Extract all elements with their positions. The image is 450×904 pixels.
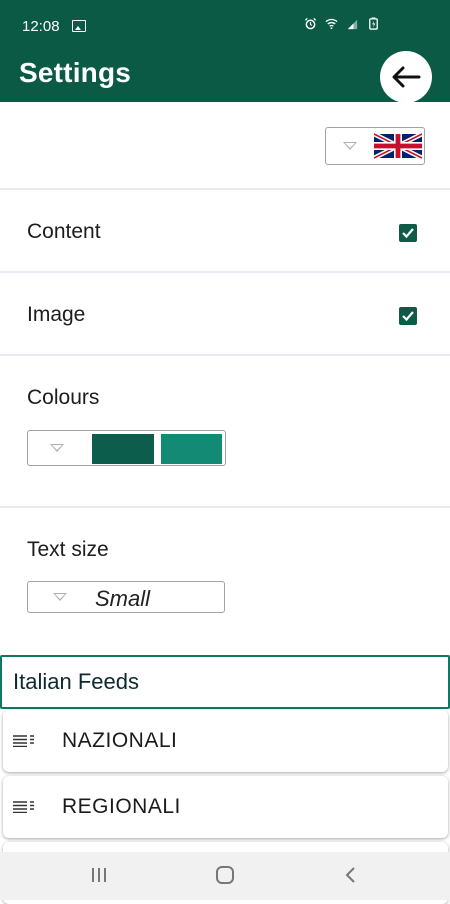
page-title: Settings — [19, 57, 132, 88]
language-section — [0, 102, 450, 190]
uk-flag-icon — [374, 133, 422, 159]
status-bar: 12:08 — [0, 0, 450, 52]
battery-icon — [369, 17, 378, 30]
wifi-icon — [325, 18, 338, 30]
system-nav-bar — [0, 852, 450, 900]
signal-icon — [347, 19, 358, 30]
status-time: 12:08 — [22, 18, 60, 35]
image-row: Image — [0, 273, 450, 356]
back-nav-icon[interactable] — [343, 866, 357, 884]
text-size-dropdown[interactable]: Small — [27, 581, 225, 613]
image-label: Image — [27, 303, 86, 326]
chevron-down-icon — [50, 444, 64, 452]
app-bar: Settings — [0, 51, 450, 103]
colours-dropdown[interactable] — [27, 430, 226, 466]
chevron-down-icon — [343, 142, 357, 150]
recents-icon[interactable] — [90, 866, 108, 884]
status-icons — [304, 17, 380, 30]
feed-item-regionali[interactable]: REGIONALI — [3, 776, 448, 838]
content-checkbox[interactable] — [399, 224, 417, 242]
check-icon — [402, 228, 414, 239]
text-size-value: Small — [95, 586, 151, 611]
chevron-down-icon — [53, 593, 67, 601]
arrow-left-icon — [392, 66, 421, 88]
content-label: Content — [27, 220, 101, 243]
colours-section: Colours — [0, 356, 450, 508]
list-icon — [13, 735, 34, 747]
alarm-icon — [304, 17, 317, 30]
feed-label: REGIONALI — [62, 795, 181, 818]
colour-swatch-accent — [161, 434, 222, 464]
text-size-section: Text size Small — [0, 508, 450, 653]
feed-label: NAZIONALI — [62, 729, 178, 752]
image-icon — [72, 20, 86, 32]
check-icon — [402, 311, 414, 322]
feed-item-nazionali[interactable]: NAZIONALI — [3, 710, 448, 772]
text-size-label: Text size — [27, 538, 109, 561]
italian-feeds-title: Italian Feeds — [13, 669, 139, 694]
home-icon[interactable] — [215, 866, 235, 884]
image-checkbox[interactable] — [399, 307, 417, 325]
italian-feeds-header: Italian Feeds — [0, 655, 450, 709]
language-dropdown[interactable] — [325, 127, 425, 165]
back-button[interactable] — [380, 51, 432, 103]
list-icon — [13, 801, 34, 813]
content-row: Content — [0, 190, 450, 273]
colours-label: Colours — [27, 386, 100, 409]
colour-swatch-primary — [92, 434, 154, 464]
